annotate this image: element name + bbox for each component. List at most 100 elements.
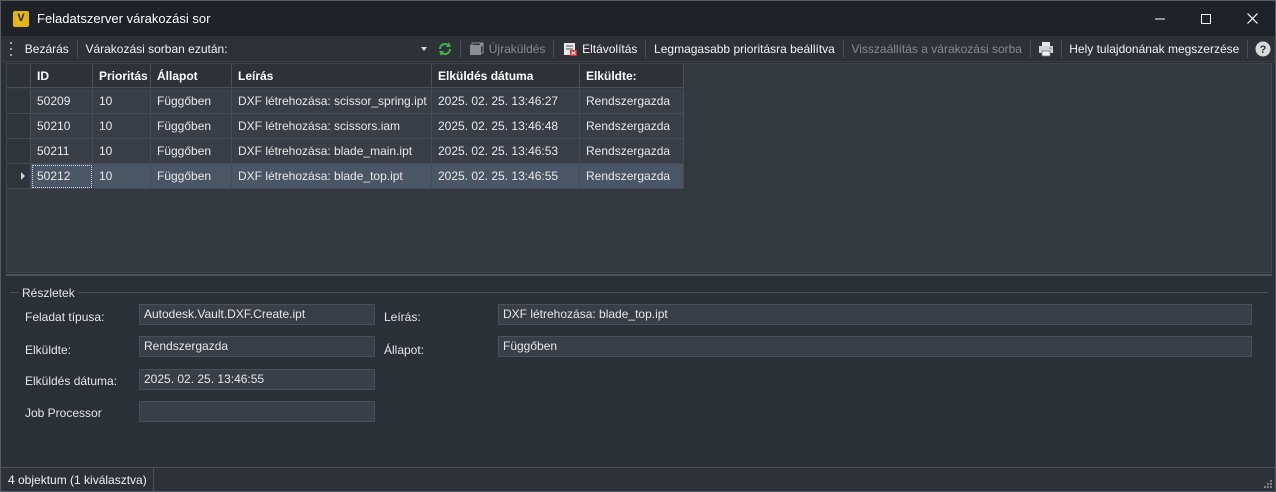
job-queue-grid[interactable]: ID Prioritás Állapot Leírás Elküldés dát…	[6, 63, 1272, 273]
column-header-submit-date[interactable]: Elküldés dátuma	[432, 64, 580, 88]
cell-submit-date: 2025. 02. 25. 13:46:27	[432, 89, 580, 114]
job-processor-field[interactable]	[139, 401, 375, 422]
toolbar-separator	[76, 39, 78, 58]
toolbar-grip[interactable]	[9, 41, 13, 56]
remove-label: Eltávolítás	[582, 41, 638, 56]
table-row[interactable]: 50211 10 Függőben DXF létrehozása: blade…	[7, 139, 684, 164]
toolbar-separator	[553, 39, 555, 58]
cell-submit-date: 2025. 02. 25. 13:46:55	[432, 164, 580, 189]
cell-submitted-by: Rendszergazda	[580, 89, 684, 114]
submit-date-field[interactable]: 2025. 02. 25. 13:46:55	[139, 369, 375, 390]
cell-priority: 10	[93, 114, 151, 139]
cell-status: Függőben	[151, 114, 232, 139]
status-label: Állapot:	[384, 343, 425, 357]
requeue-label: Visszaállítás a várakozási sorba	[851, 41, 1022, 56]
toolbar: Bezárás Várakozási sorban ezután: Újrakü…	[1, 36, 1275, 62]
table-row[interactable]: 50209 10 Függőben DXF létrehozása: sciss…	[7, 89, 684, 114]
window-controls	[1137, 1, 1275, 36]
grid-corner	[7, 64, 31, 88]
cell-submit-date: 2025. 02. 25. 13:46:48	[432, 114, 580, 139]
help-button[interactable]: ?	[1251, 38, 1275, 60]
close-icon	[1246, 13, 1258, 24]
description-label: Leírás:	[384, 310, 421, 324]
take-ownership-button[interactable]: Hely tulajdonának megszerzése	[1064, 38, 1244, 60]
sender-label: Elküldte:	[25, 343, 72, 357]
toolbar-separator	[460, 39, 461, 58]
take-ownership-label: Hely tulajdonának megszerzése	[1069, 41, 1240, 56]
current-row-arrow-icon	[21, 172, 25, 180]
highest-priority-label: Legmagasabb prioritásra beállítva	[654, 41, 835, 56]
help-icon: ?	[1255, 41, 1271, 56]
toolbar-separator	[1247, 39, 1248, 58]
column-header-submitted-by[interactable]: Elküldte:	[580, 64, 684, 88]
cell-description: DXF létrehozása: blade_top.ipt	[232, 164, 432, 189]
svg-text:?: ?	[1260, 44, 1267, 56]
cell-id: 50212	[31, 164, 93, 189]
minimize-button[interactable]	[1137, 1, 1183, 36]
column-header-id[interactable]: ID	[31, 64, 93, 88]
maximize-button[interactable]	[1183, 1, 1229, 36]
cell-status: Függőben	[151, 89, 232, 114]
chevron-down-icon	[421, 46, 428, 51]
job-queue-window: V Feladatszerver várakozási sor Bezárás …	[0, 0, 1276, 492]
resubmit-icon	[469, 41, 485, 57]
after-queue-label: Várakozási sorban ezután:	[85, 41, 228, 56]
details-title: Részletek	[19, 286, 78, 300]
status-text: 4 objektum (1 kiválasztva)	[1, 467, 154, 492]
print-button[interactable]	[1034, 38, 1058, 60]
title-bar: V Feladatszerver várakozási sor	[1, 1, 1275, 36]
toolbar-separator	[1029, 39, 1031, 58]
panel-splitter[interactable]	[6, 274, 1272, 276]
row-header[interactable]	[7, 114, 31, 139]
printer-icon	[1038, 41, 1053, 56]
close-window-button[interactable]	[1229, 1, 1275, 36]
cell-submitted-by: Rendszergazda	[580, 139, 684, 164]
cell-id: 50211	[31, 139, 93, 164]
status-bar: 4 objektum (1 kiválasztva)	[1, 467, 1275, 492]
column-header-priority[interactable]: Prioritás	[93, 64, 151, 88]
maximize-icon	[1201, 13, 1211, 24]
cell-submitted-by: Rendszergazda	[580, 114, 684, 139]
requeue-button[interactable]: Visszaállítás a várakozási sorba	[846, 38, 1027, 60]
cell-priority: 10	[93, 139, 151, 164]
job-processor-label: Job Processor	[25, 406, 102, 420]
toolbar-separator	[645, 39, 647, 58]
sender-field[interactable]: Rendszergazda	[139, 336, 375, 357]
cell-status: Függőben	[151, 164, 232, 189]
column-header-status[interactable]: Állapot	[151, 64, 232, 88]
refresh-button[interactable]	[433, 38, 457, 60]
column-header-description[interactable]: Leírás	[232, 64, 432, 88]
remove-icon	[562, 41, 578, 57]
cell-id: 50209	[31, 89, 93, 114]
cell-description: DXF létrehozása: scissors.iam	[232, 114, 432, 139]
toolbar-separator	[842, 39, 844, 58]
vault-app-icon: V	[13, 10, 29, 27]
resubmit-button[interactable]: Újraküldés	[464, 38, 551, 60]
row-header[interactable]	[7, 89, 31, 114]
table-row-selected[interactable]: 50212 10 Függőben DXF létrehozása: blade…	[7, 164, 684, 189]
cell-priority: 10	[93, 164, 151, 189]
task-type-label: Feladat típusa:	[25, 310, 105, 324]
close-button-label: Bezárás	[24, 41, 69, 56]
grid-header: ID Prioritás Állapot Leírás Elküldés dát…	[7, 64, 684, 88]
task-type-field[interactable]: Autodesk.Vault.DXF.Create.ipt	[139, 304, 375, 325]
close-button[interactable]: Bezárás	[23, 38, 74, 60]
row-header[interactable]	[7, 139, 31, 164]
after-queue-dropdown[interactable]	[232, 39, 434, 59]
details-panel: Részletek Feladat típusa: Autodesk.Vault…	[6, 277, 1272, 463]
description-field[interactable]: DXF létrehozása: blade_top.ipt	[498, 304, 1252, 325]
resubmit-label: Újraküldés	[488, 41, 546, 56]
toolbar-separator	[1060, 39, 1062, 58]
table-row[interactable]: 50210 10 Függőben DXF létrehozása: sciss…	[7, 114, 684, 139]
resize-grip-icon[interactable]	[1263, 479, 1273, 489]
cell-submit-date: 2025. 02. 25. 13:46:53	[432, 139, 580, 164]
cell-submitted-by: Rendszergazda	[580, 164, 684, 189]
status-field[interactable]: Függőben	[498, 336, 1252, 357]
cell-id: 50210	[31, 114, 93, 139]
cell-status: Függőben	[151, 139, 232, 164]
row-header[interactable]	[7, 164, 31, 189]
highest-priority-button[interactable]: Legmagasabb prioritásra beállítva	[649, 38, 840, 60]
window-title: Feladatszerver várakozási sor	[37, 11, 211, 26]
remove-button[interactable]: Eltávolítás	[557, 38, 642, 60]
cell-priority: 10	[93, 89, 151, 114]
